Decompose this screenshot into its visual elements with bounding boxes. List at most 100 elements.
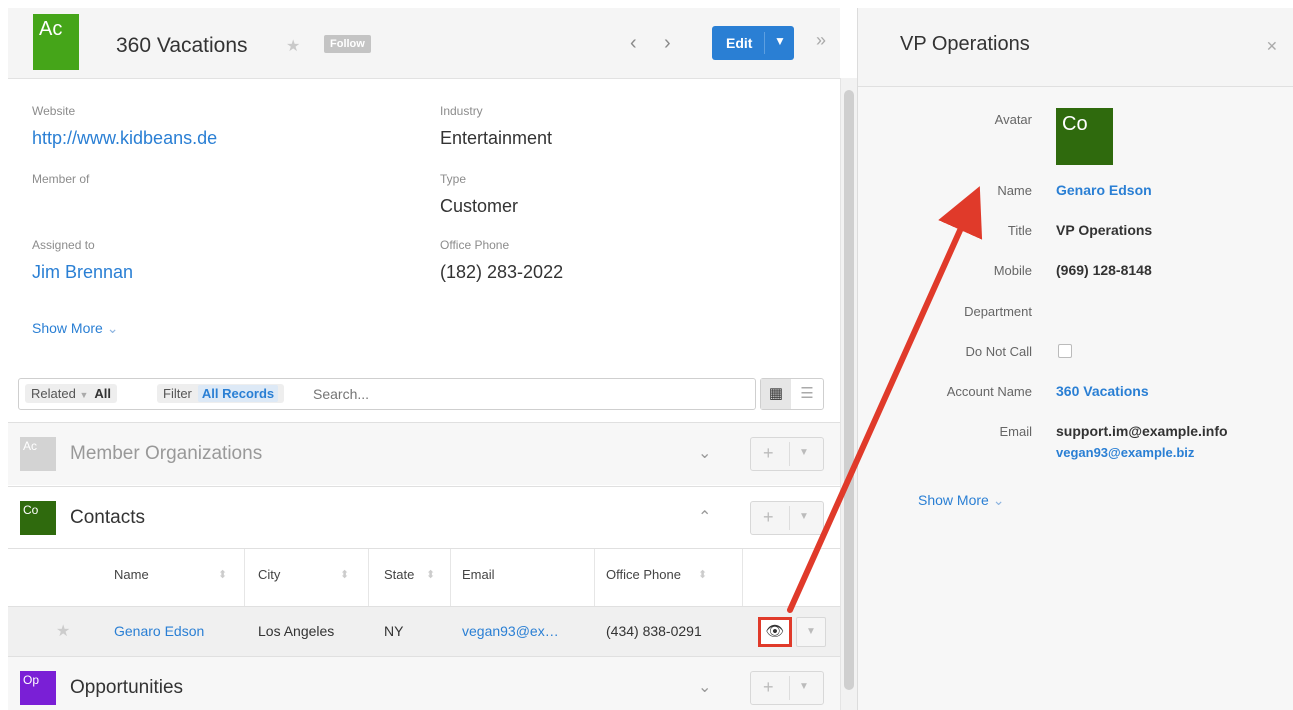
module-avatar: Op — [20, 671, 56, 705]
account-name-label: Account Name — [946, 384, 1032, 399]
sort-icon[interactable]: ⬍ — [426, 568, 435, 581]
contact-name-link[interactable]: Genaro Edson — [114, 623, 204, 639]
scrollbar[interactable] — [840, 78, 857, 710]
divider — [789, 506, 790, 530]
member-of-label: Member of — [32, 172, 90, 186]
table-row: ★ Genaro Edson Los Angeles NY vegan93@ex… — [8, 606, 840, 658]
divider — [368, 549, 369, 607]
column-header-email[interactable]: Email — [462, 567, 495, 582]
module-avatar: Co — [20, 501, 56, 535]
contact-state: NY — [384, 623, 404, 639]
divider — [244, 549, 245, 607]
favorite-star-icon[interactable]: ★ — [56, 621, 70, 641]
chevron-up-icon[interactable]: ⌃ — [698, 507, 711, 527]
department-label: Department — [964, 304, 1032, 319]
show-more-link[interactable]: Show More ⌄ — [32, 320, 118, 337]
caret-down-icon[interactable]: ▼ — [799, 511, 809, 522]
toggle-sidebar-icon[interactable]: » — [816, 30, 826, 51]
edit-button[interactable]: Edit ▼ — [712, 26, 794, 60]
account-name-link[interactable]: 360 Vacations — [1056, 383, 1149, 399]
assigned-to-label: Assigned to — [32, 238, 95, 252]
subpanel-title: Contacts — [70, 507, 145, 528]
type-label: Type — [440, 172, 467, 186]
do-not-call-label: Do Not Call — [965, 344, 1032, 359]
sort-icon[interactable]: ⬍ — [340, 568, 349, 581]
industry-value: Entertainment — [440, 128, 553, 148]
create-record-button[interactable]: + ▼ — [750, 671, 824, 705]
follow-button[interactable]: Follow — [324, 35, 371, 53]
row-actions-caret-icon[interactable]: ▼ — [796, 617, 826, 647]
sort-icon[interactable]: ⬍ — [698, 568, 707, 581]
view-toggle: ▦ ☰ — [760, 378, 824, 410]
search-input[interactable] — [311, 385, 715, 403]
email-secondary-link[interactable]: vegan93@example.biz — [1056, 445, 1194, 460]
column-header-name[interactable]: Name — [114, 567, 149, 582]
column-header-state[interactable]: State — [384, 567, 414, 582]
column-header-city[interactable]: City — [258, 567, 280, 582]
create-record-button[interactable]: + ▼ — [750, 501, 824, 535]
filter-label: Filter — [163, 386, 192, 401]
related-value: All — [94, 386, 111, 401]
filter-dropdown[interactable]: Filter All Records — [157, 384, 285, 403]
preview-show-more-link[interactable]: Show More ⌄ — [918, 492, 1004, 509]
chevron-down-icon[interactable]: ⌄ — [698, 443, 711, 463]
do-not-call-checkbox[interactable] — [1058, 344, 1072, 358]
website-label: Website — [32, 104, 76, 118]
mobile-label: Mobile — [993, 263, 1032, 278]
scrollbar-thumb[interactable] — [844, 90, 854, 690]
create-record-button[interactable]: + ▼ — [750, 437, 824, 471]
subpanel-contacts[interactable]: Co Contacts ⌃ + ▼ — [8, 486, 840, 549]
divider — [789, 676, 790, 700]
related-dropdown[interactable]: Related ▼ All — [25, 384, 117, 403]
favorite-star-icon[interactable]: ★ — [286, 36, 300, 56]
contact-email-link[interactable]: vegan93@ex… — [462, 623, 559, 639]
divider — [450, 549, 451, 607]
show-more-label: Show More — [918, 492, 989, 508]
related-label: Related — [31, 386, 76, 401]
preview-eye-icon[interactable]: 👁 — [758, 617, 792, 647]
contact-title: VP Operations — [1056, 222, 1153, 238]
divider — [594, 549, 595, 607]
contact-mobile: (969) 128-8148 — [1056, 262, 1152, 278]
caret-down-icon[interactable]: ▼ — [799, 447, 809, 458]
caret-down-icon[interactable]: ▼ — [774, 34, 786, 48]
office-phone-label: Office Phone — [440, 238, 510, 252]
email-label: Email — [999, 424, 1032, 439]
sort-icon[interactable]: ⬍ — [218, 568, 227, 581]
office-phone-value: (182) 283-2022 — [440, 262, 564, 282]
preview-title: VP Operations — [900, 33, 1030, 55]
assigned-to-link[interactable]: Jim Brennan — [32, 262, 133, 283]
contact-city: Los Angeles — [258, 623, 335, 639]
filter-value: All Records — [197, 385, 279, 402]
subpanel-opportunities[interactable]: Op Opportunities ⌄ + ▼ — [8, 656, 840, 710]
plus-icon: + — [763, 677, 774, 697]
plus-icon: + — [763, 443, 774, 463]
subpanel-toolbar: Related ▼ All Filter All Records — [18, 378, 756, 410]
caret-down-icon: ▼ — [79, 390, 89, 400]
chevron-down-icon: ⌄ — [106, 320, 119, 336]
contact-avatar: Co — [1056, 108, 1113, 165]
subpanel-title: Member Organizations — [70, 443, 263, 464]
avatar-label: Avatar — [994, 112, 1032, 127]
website-link[interactable]: http://www.kidbeans.de — [32, 128, 217, 149]
preview-pane: VP Operations ✕ Avatar Co Name Genaro Ed… — [857, 8, 1293, 710]
edit-label: Edit — [726, 35, 753, 51]
module-avatar: Ac — [20, 437, 56, 471]
column-header-office-phone[interactable]: Office Phone — [606, 567, 681, 582]
close-icon[interactable]: ✕ — [1266, 38, 1278, 55]
chevron-down-icon[interactable]: ⌄ — [698, 677, 711, 697]
list-view-icon[interactable]: ☰ — [792, 379, 822, 409]
caret-down-icon[interactable]: ▼ — [799, 681, 809, 692]
table-view-icon[interactable]: ▦ — [761, 379, 791, 409]
plus-icon: + — [763, 507, 774, 527]
record-header: Ac 360 Vacations ★ Follow ‹ › Edit ▼ » — [8, 8, 840, 79]
record-view: Ac 360 Vacations ★ Follow ‹ › Edit ▼ » W… — [8, 8, 840, 710]
divider — [789, 442, 790, 466]
show-more-label: Show More — [32, 320, 103, 336]
next-record-icon[interactable]: › — [664, 32, 671, 55]
contact-name-link[interactable]: Genaro Edson — [1056, 182, 1152, 198]
record-title: 360 Vacations — [116, 34, 248, 57]
subpanel-member-organizations[interactable]: Ac Member Organizations ⌄ + ▼ — [8, 422, 840, 485]
previous-record-icon[interactable]: ‹ — [630, 32, 637, 55]
contacts-table-header: Name ⬍ City ⬍ State ⬍ Email Office Phone… — [8, 548, 840, 607]
